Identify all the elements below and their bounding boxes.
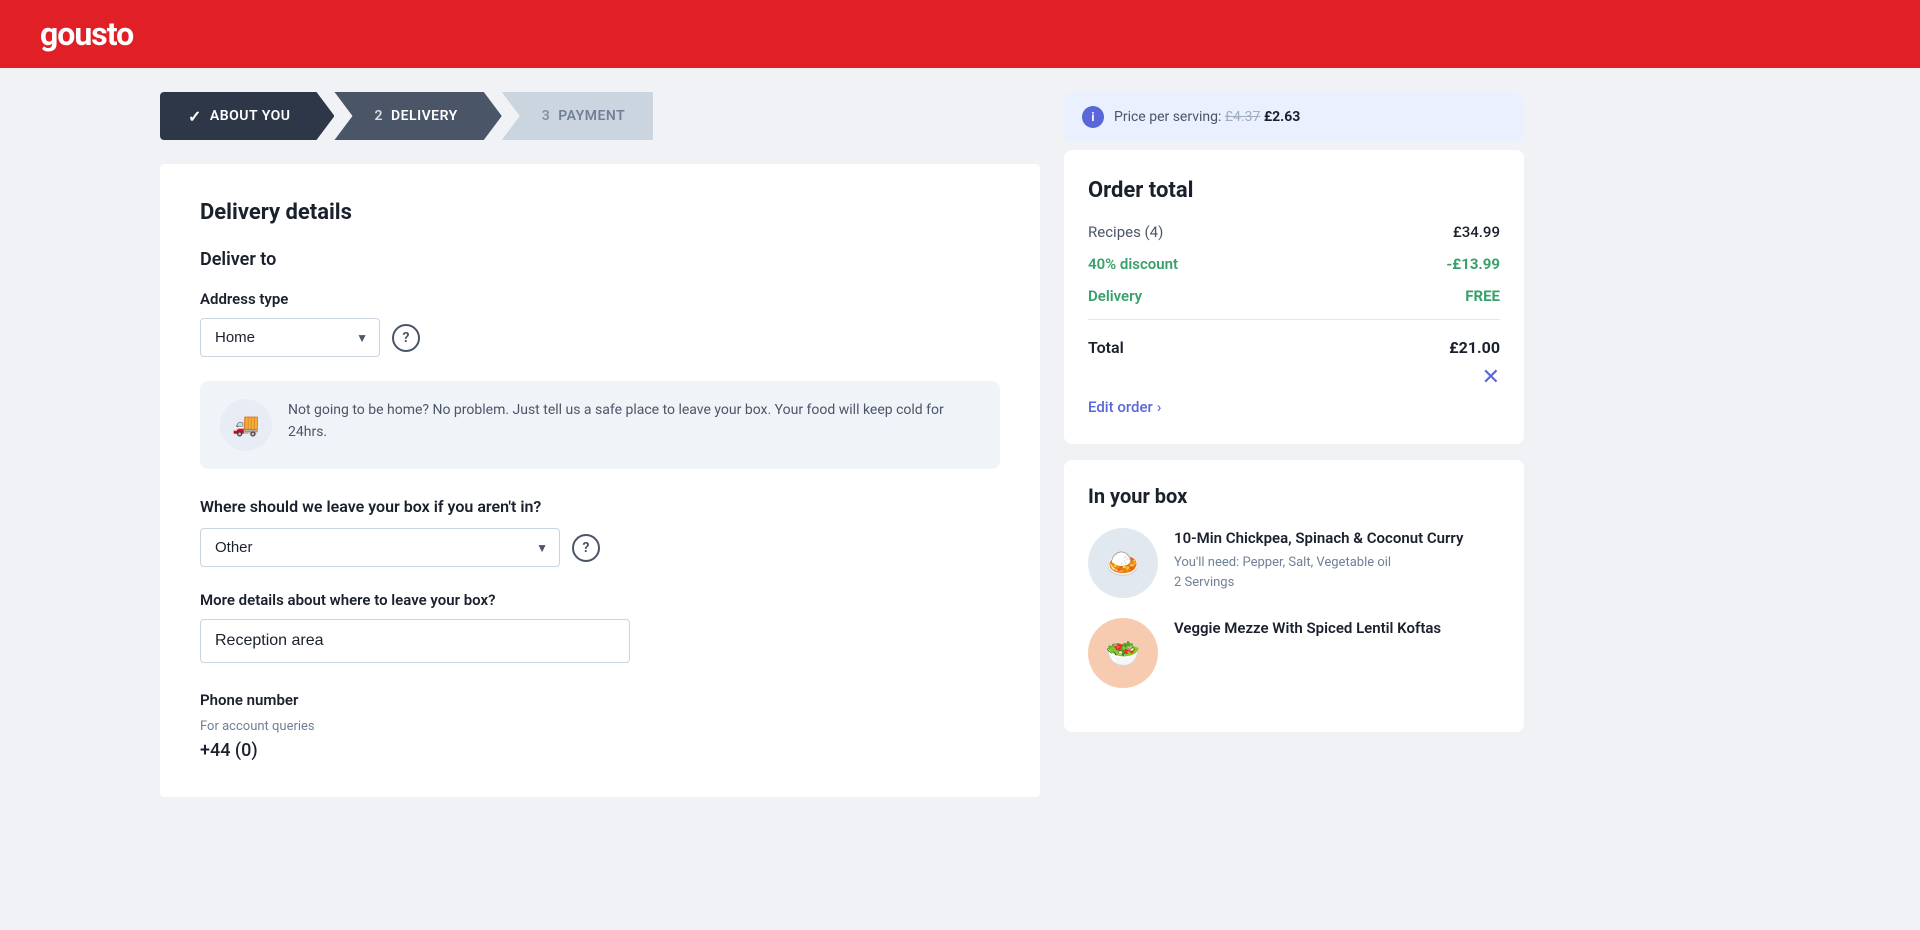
divider xyxy=(1088,319,1500,320)
step2-label: DELIVERY xyxy=(391,108,458,124)
delivery-row: Delivery FREE xyxy=(1088,287,1500,305)
where-label: Where should we leave your box if you ar… xyxy=(200,497,1000,516)
recipes-value: £34.99 xyxy=(1453,223,1500,241)
recipe-emoji-2: 🥗 xyxy=(1106,637,1141,670)
recipe-name-1: 10-Min Chickpea, Spinach & Coconut Curry xyxy=(1174,528,1500,549)
recipe-info-2: Veggie Mezze With Spiced Lentil Koftas xyxy=(1174,618,1500,688)
where-select[interactable]: Other Front door Back door With neighbou… xyxy=(200,528,560,567)
price-per-serving-label: Price per serving: xyxy=(1114,109,1221,125)
stepper: ✓ ABOUT YOU 2 DELIVERY 3 PAYMENT xyxy=(160,92,1040,140)
check-icon: ✓ xyxy=(188,107,202,126)
form-card: Delivery details Deliver to Address type… xyxy=(160,164,1040,797)
section-title: Delivery details xyxy=(200,200,1000,225)
price-banner-text: Price per serving: £4.37 £2.63 xyxy=(1114,109,1300,125)
step3-label: PAYMENT xyxy=(558,108,625,124)
recipe-image-2: 🥗 xyxy=(1088,618,1158,688)
original-price: £4.37 xyxy=(1225,109,1260,125)
phone-sublabel: For account queries xyxy=(200,719,1000,734)
step1-label: ABOUT YOU xyxy=(210,108,291,124)
address-type-select-wrapper: Home Work Other ▼ xyxy=(200,318,380,357)
info-text: Not going to be home? No problem. Just t… xyxy=(288,399,980,444)
more-details-label: More details about where to leave your b… xyxy=(200,591,1000,609)
price-banner: i Price per serving: £4.37 £2.63 xyxy=(1064,92,1524,142)
recipe-item-1: 🍛 10-Min Chickpea, Spinach & Coconut Cur… xyxy=(1088,528,1500,598)
address-type-row: Home Work Other ▼ ? xyxy=(200,318,1000,357)
info-icon: i xyxy=(1082,106,1104,128)
logo: gousto xyxy=(40,15,133,53)
step-about-you[interactable]: ✓ ABOUT YOU xyxy=(160,92,334,140)
more-details-input[interactable] xyxy=(200,619,630,663)
edit-order-text: Edit order xyxy=(1088,398,1153,416)
where-select-row: Other Front door Back door With neighbou… xyxy=(200,528,1000,567)
where-help-icon[interactable]: ? xyxy=(572,534,600,562)
close-icon[interactable]: ✕ xyxy=(1482,365,1500,390)
address-type-select[interactable]: Home Work Other xyxy=(200,318,380,357)
order-card: Order total Recipes (4) £34.99 40% disco… xyxy=(1064,150,1524,444)
in-your-box: In your box 🍛 10-Min Chickpea, Spinach &… xyxy=(1064,460,1524,732)
total-value: £21.00 xyxy=(1449,338,1500,357)
right-column: i Price per serving: £4.37 £2.63 Order t… xyxy=(1064,92,1524,797)
edit-order-link[interactable]: Edit order › xyxy=(1088,398,1500,416)
recipe-info-1: 10-Min Chickpea, Spinach & Coconut Curry… xyxy=(1174,528,1500,598)
discount-row: 40% discount -£13.99 xyxy=(1088,255,1500,273)
total-label: Total xyxy=(1088,338,1124,357)
recipe-meta-1: You'll need: Pepper, Salt, Vegetable oil xyxy=(1174,553,1500,573)
main-container: ✓ ABOUT YOU 2 DELIVERY 3 PAYMENT Deliver… xyxy=(0,68,1920,821)
recipe-name-2: Veggie Mezze With Spiced Lentil Koftas xyxy=(1174,618,1500,639)
address-type-help-icon[interactable]: ? xyxy=(392,324,420,352)
discount-label: 40% discount xyxy=(1088,255,1178,273)
step-delivery[interactable]: 2 DELIVERY xyxy=(334,92,501,140)
left-column: ✓ ABOUT YOU 2 DELIVERY 3 PAYMENT Deliver… xyxy=(160,92,1040,797)
recipe-emoji-1: 🍛 xyxy=(1106,547,1141,580)
delivery-value: FREE xyxy=(1465,287,1500,305)
deliver-to-title: Deliver to xyxy=(200,249,1000,270)
recipe-servings-1: 2 Servings xyxy=(1174,573,1500,593)
phone-value: +44 (0) xyxy=(200,740,1000,761)
delivery-label: Delivery xyxy=(1088,287,1142,305)
edit-order-arrow: › xyxy=(1157,398,1162,416)
total-row: Total £21.00 xyxy=(1088,334,1500,357)
in-your-box-title: In your box xyxy=(1088,484,1500,508)
recipes-label: Recipes (4) xyxy=(1088,223,1163,241)
phone-label-row: Phone number For account queries xyxy=(200,691,1000,734)
header: gousto xyxy=(0,0,1920,68)
where-select-wrapper: Other Front door Back door With neighbou… xyxy=(200,528,560,567)
recipe-image-1: 🍛 xyxy=(1088,528,1158,598)
delivery-truck-icon: 🚚 xyxy=(220,399,272,451)
recipe-item-2: 🥗 Veggie Mezze With Spiced Lentil Koftas xyxy=(1088,618,1500,688)
current-price: £2.63 xyxy=(1264,109,1300,125)
safe-place-info-box: 🚚 Not going to be home? No problem. Just… xyxy=(200,381,1000,469)
close-button-row: ✕ xyxy=(1088,365,1500,390)
phone-label: Phone number xyxy=(200,691,1000,709)
step-payment[interactable]: 3 PAYMENT xyxy=(502,92,653,140)
order-total-title: Order total xyxy=(1088,178,1500,203)
step2-number: 2 xyxy=(374,108,383,124)
discount-value: -£13.99 xyxy=(1446,255,1500,273)
step3-number: 3 xyxy=(542,108,551,124)
address-type-label: Address type xyxy=(200,290,1000,308)
recipes-row: Recipes (4) £34.99 xyxy=(1088,223,1500,241)
